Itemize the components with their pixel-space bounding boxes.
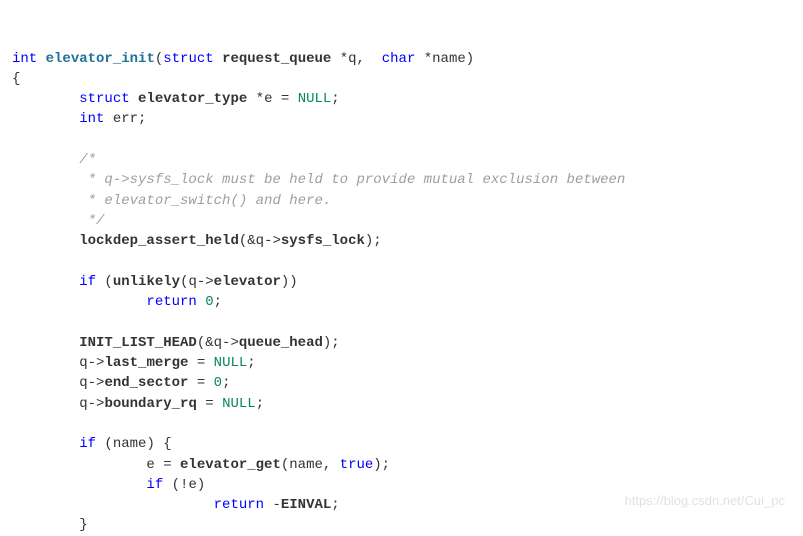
if3-cond: (!e) <box>163 477 205 493</box>
keyword-if-3: if <box>146 477 163 493</box>
literal-zero-1: 0 <box>205 294 213 310</box>
eget-lhs: e = <box>146 457 180 473</box>
if1-close: )) <box>281 274 298 290</box>
keyword-if-2: if <box>79 436 96 452</box>
lm-eq: = <box>188 355 213 371</box>
semi-einval: ; <box>331 497 339 513</box>
type-request-queue: request_queue <box>222 51 331 67</box>
keyword-int: int <box>12 51 37 67</box>
keyword-true: true <box>340 457 374 473</box>
const-einval: EINVAL <box>281 497 331 513</box>
keyword-return-2: return <box>214 497 264 513</box>
lockdep-close: ); <box>365 233 382 249</box>
lm-pre: q-> <box>79 355 104 371</box>
keyword-int2: int <box>79 111 104 127</box>
type-elevator-type: elevator_type <box>138 91 247 107</box>
field-sysfs-lock: sysfs_lock <box>281 233 365 249</box>
if2-cond: (name) { <box>96 436 172 452</box>
function-name: elevator_init <box>46 51 155 67</box>
null-literal-3: NULL <box>222 396 256 412</box>
keyword-return-1: return <box>146 294 196 310</box>
ilh-arg-open: (&q-> <box>197 335 239 351</box>
comment-line-2: * elevator_switch() and here. <box>79 193 331 209</box>
decl-e: *e = <box>256 91 290 107</box>
semi-ret1: ; <box>214 294 222 310</box>
comment-open: /* <box>79 152 96 168</box>
field-queue-head: queue_head <box>239 335 323 351</box>
keyword-struct2: struct <box>79 91 129 107</box>
field-last-merge: last_merge <box>104 355 188 371</box>
br-eq: = <box>197 396 222 412</box>
if1-arg-open: (q-> <box>180 274 214 290</box>
field-elevator: elevator <box>214 274 281 290</box>
eget-open: (name, <box>281 457 340 473</box>
comment-line-1: * q->sysfs_lock must be held to provide … <box>79 172 625 188</box>
field-end-sector: end_sector <box>104 375 188 391</box>
lockdep-arg-open: (&q-> <box>239 233 281 249</box>
field-boundary-rq: boundary_rq <box>104 396 196 412</box>
keyword-char: char <box>382 51 416 67</box>
es-eq: = <box>188 375 213 391</box>
es-semi: ; <box>222 375 230 391</box>
if1-open: ( <box>96 274 113 290</box>
es-pre: q-> <box>79 375 104 391</box>
fn-init-list-head: INIT_LIST_HEAD <box>79 335 197 351</box>
literal-zero-2: 0 <box>214 375 222 391</box>
lm-semi: ; <box>247 355 255 371</box>
decl-err: err; <box>113 111 147 127</box>
br-semi: ; <box>256 396 264 412</box>
ilh-close: ); <box>323 335 340 351</box>
null-literal-2: NULL <box>214 355 248 371</box>
param-name: *name) <box>424 51 474 67</box>
keyword-if-1: if <box>79 274 96 290</box>
eget-close: ); <box>373 457 390 473</box>
null-literal-1: NULL <box>298 91 332 107</box>
param-q: *q, <box>340 51 365 67</box>
neg-op: - <box>264 497 281 513</box>
fn-lockdep: lockdep_assert_held <box>79 233 239 249</box>
comment-close: */ <box>79 213 104 229</box>
watermark-text: https://blog.csdn.net/Cui_pc <box>625 492 785 511</box>
keyword-struct: struct <box>163 51 213 67</box>
fn-elevator-get: elevator_get <box>180 457 281 473</box>
semi-1: ; <box>331 91 339 107</box>
brace-open: { <box>12 71 20 87</box>
brace-close-inner: } <box>79 517 87 533</box>
fn-unlikely: unlikely <box>113 274 180 290</box>
br-pre: q-> <box>79 396 104 412</box>
